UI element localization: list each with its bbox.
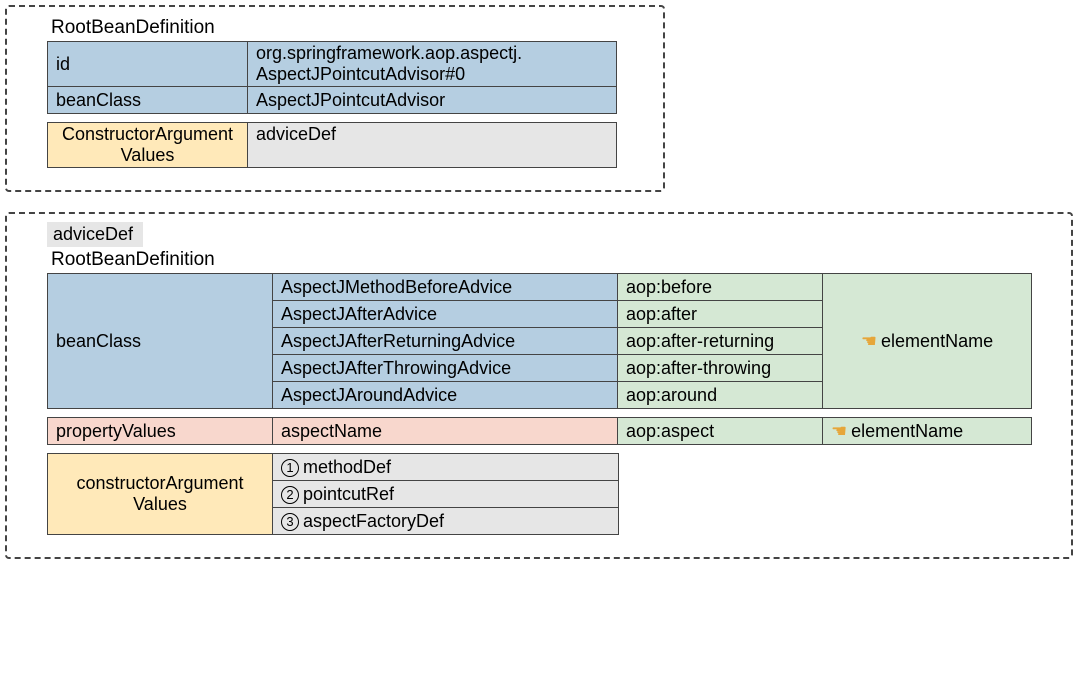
element-name-text: elementName bbox=[881, 331, 993, 351]
element-name-cell: ☚elementName bbox=[823, 418, 1032, 445]
table-row: constructorArgument Values 1methodDef bbox=[48, 454, 619, 481]
cell-key: beanClass bbox=[48, 87, 248, 114]
cell-class: AspectJAfterAdvice bbox=[273, 301, 618, 328]
cell-val: org.springframework.aop.aspectj. AspectJ… bbox=[248, 42, 617, 87]
number-circle-icon: 2 bbox=[281, 486, 299, 504]
constructor-label: ConstructorArgument Values bbox=[48, 123, 248, 168]
constructor-item: 3aspectFactoryDef bbox=[273, 508, 619, 535]
element-name-cell: ☚elementName bbox=[823, 274, 1032, 409]
bean-class-table: beanClass AspectJMethodBeforeAdvice aop:… bbox=[47, 273, 1032, 409]
cell-class: AspectJAroundAdvice bbox=[273, 382, 618, 409]
cell-aop: aop:after-throwing bbox=[618, 355, 823, 382]
pointing-hand-icon: ☚ bbox=[861, 331, 877, 351]
table-row: propertyValues aspectName aop:aspect ☚el… bbox=[48, 418, 1032, 445]
box1-properties-table: id org.springframework.aop.aspectj. Aspe… bbox=[47, 41, 617, 114]
cell-class: AspectJAfterThrowingAdvice bbox=[273, 355, 618, 382]
cell-aop: aop:after-returning bbox=[618, 328, 823, 355]
box1-title: RootBeanDefinition bbox=[47, 15, 623, 41]
item-text: methodDef bbox=[303, 457, 391, 477]
cell-aop: aop:around bbox=[618, 382, 823, 409]
number-circle-icon: 3 bbox=[281, 513, 299, 531]
table-row: beanClass AspectJPointcutAdvisor bbox=[48, 87, 617, 114]
table-row: ConstructorArgument Values adviceDef bbox=[48, 123, 617, 168]
cell-class: AspectJAfterReturningAdvice bbox=[273, 328, 618, 355]
property-values-label: propertyValues bbox=[48, 418, 273, 445]
constructor-item: 2pointcutRef bbox=[273, 481, 619, 508]
constructor-item: 1methodDef bbox=[273, 454, 619, 481]
item-text: pointcutRef bbox=[303, 484, 394, 504]
element-name-text: elementName bbox=[851, 421, 963, 441]
table-row: id org.springframework.aop.aspectj. Aspe… bbox=[48, 42, 617, 87]
aop-aspect-cell: aop:aspect bbox=[618, 418, 823, 445]
advice-def-tag: adviceDef bbox=[47, 222, 143, 247]
number-circle-icon: 1 bbox=[281, 459, 299, 477]
box2-title: RootBeanDefinition bbox=[47, 247, 1031, 273]
bean-definition-box-2: adviceDef RootBeanDefinition beanClass A… bbox=[5, 212, 1073, 559]
cell-class: AspectJMethodBeforeAdvice bbox=[273, 274, 618, 301]
cell-val: AspectJPointcutAdvisor bbox=[248, 87, 617, 114]
cell-aop: aop:after bbox=[618, 301, 823, 328]
cell-aop: aop:before bbox=[618, 274, 823, 301]
bean-definition-box-1: RootBeanDefinition id org.springframewor… bbox=[5, 5, 665, 192]
cell-key: id bbox=[48, 42, 248, 87]
item-text: aspectFactoryDef bbox=[303, 511, 444, 531]
pointing-hand-icon: ☚ bbox=[831, 421, 847, 441]
table-row: beanClass AspectJMethodBeforeAdvice aop:… bbox=[48, 274, 1032, 301]
constructor-arg-label: constructorArgument Values bbox=[48, 454, 273, 535]
constructor-val: adviceDef bbox=[248, 123, 617, 168]
bean-class-label: beanClass bbox=[48, 274, 273, 409]
aspect-name-cell: aspectName bbox=[273, 418, 618, 445]
property-values-table: propertyValues aspectName aop:aspect ☚el… bbox=[47, 417, 1032, 445]
box1-constructor-table: ConstructorArgument Values adviceDef bbox=[47, 122, 617, 168]
constructor-arg-table: constructorArgument Values 1methodDef 2p… bbox=[47, 453, 619, 535]
